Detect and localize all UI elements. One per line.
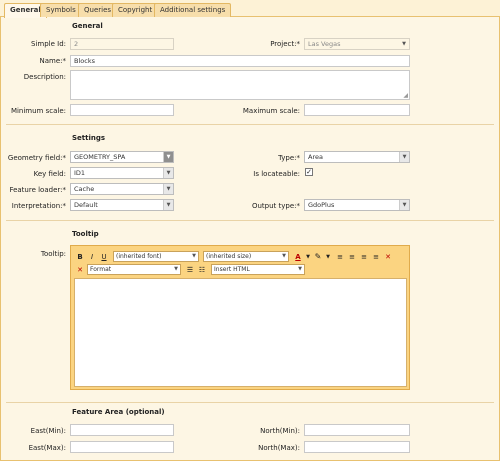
east-min-label: East(Min): (30, 427, 66, 435)
underline-button[interactable]: U (99, 252, 109, 262)
tooltip-section-title: Tooltip (72, 230, 99, 238)
chevron-down-icon: ▼ (163, 168, 173, 178)
section-divider (6, 402, 494, 403)
east-max-label: East(Max): (28, 444, 66, 452)
output-type-select[interactable]: GdoPlus ▼ (304, 199, 410, 211)
north-min-label: North(Min): (260, 427, 300, 435)
section-divider (6, 220, 494, 221)
align-center-icon[interactable]: ≡ (347, 252, 357, 262)
insert-html-value: Insert HTML (214, 266, 250, 273)
font-size-select[interactable]: (inherited size) ▼ (203, 251, 289, 262)
interpretation-select[interactable]: Default ▼ (70, 199, 174, 211)
project-select-value: Las Vegas (308, 40, 341, 48)
output-type-value: GdoPlus (308, 201, 335, 209)
north-max-field[interactable] (304, 441, 410, 453)
minimum-scale-label: Minimum scale: (10, 107, 66, 115)
tab-additional-settings[interactable]: Additional settings (154, 3, 232, 17)
east-min-field[interactable] (70, 424, 174, 436)
checkmark-icon: ✓ (306, 168, 312, 176)
key-field-value: ID1 (74, 169, 86, 177)
chevron-down-icon: ▼ (163, 152, 173, 162)
section-divider (6, 124, 494, 125)
type-value: Area (308, 153, 323, 161)
font-family-select[interactable]: (inherited font) ▼ (113, 251, 199, 262)
tooltip-editor: B I U (inherited font) ▼ (inherited size… (70, 245, 410, 390)
name-field[interactable]: Blocks (70, 55, 410, 67)
bullet-list-icon[interactable]: ☰ (185, 265, 195, 275)
east-max-field[interactable] (70, 441, 174, 453)
settings-section-title: Settings (72, 134, 106, 142)
is-locateable-checkbox[interactable]: ✓ (305, 168, 313, 176)
output-type-label: Output type:* (251, 202, 300, 210)
chevron-down-icon: ▼ (174, 266, 178, 272)
chevron-down-icon: ▼ (298, 266, 302, 272)
tooltip-editor-area[interactable] (74, 278, 407, 387)
chevron-down-icon: ▼ (399, 39, 409, 49)
key-field-label: Key field: (33, 170, 66, 178)
chevron-down-icon: ▼ (399, 200, 409, 210)
maximum-scale-label: Maximum scale: (242, 107, 300, 115)
remove-format-icon[interactable]: ✕ (75, 265, 85, 275)
font-family-value: (inherited font) (116, 253, 162, 260)
feature-loader-value: Cache (74, 185, 95, 193)
tab-symbols[interactable]: Symbols (40, 3, 82, 17)
text-color-icon[interactable]: A (293, 252, 303, 262)
numbered-list-icon[interactable]: ☷ (197, 265, 207, 275)
type-label: Type:* (278, 154, 300, 162)
insert-html-select[interactable]: Insert HTML ▼ (211, 264, 305, 275)
name-label: Name:* (39, 57, 66, 65)
simple-id-label: Simple Id: (31, 40, 66, 48)
tab-copyright[interactable]: Copyright (112, 3, 159, 17)
type-select[interactable]: Area ▼ (304, 151, 410, 163)
north-min-field[interactable] (304, 424, 410, 436)
north-max-label: North(Max): (258, 444, 300, 452)
italic-button[interactable]: I (87, 252, 97, 262)
tooltip-label: Tooltip: (40, 250, 66, 258)
description-label: Description: (23, 73, 66, 81)
key-field-select[interactable]: ID1 ▼ (70, 167, 174, 179)
geometry-field-value: GEOMETRY_SPA (74, 153, 126, 161)
chevron-down-icon: ▼ (192, 253, 196, 259)
interpretation-label: Interpretation:* (11, 202, 66, 210)
highlight-color-icon[interactable]: ✎ (313, 252, 323, 262)
chevron-down-icon: ▼ (163, 184, 173, 194)
align-left-icon[interactable]: ≡ (335, 252, 345, 262)
chevron-down-icon[interactable]: ▼ (323, 252, 333, 262)
minimum-scale-field[interactable] (70, 104, 174, 116)
chevron-down-icon[interactable]: ▼ (303, 252, 313, 262)
geometry-field-select[interactable]: GEOMETRY_SPA ▼ (70, 151, 174, 163)
geometry-field-label: Geometry field:* (7, 154, 66, 162)
is-locateable-label: Is locateable: (253, 170, 300, 178)
feature-loader-label: Feature loader:* (9, 186, 66, 194)
resize-handle-icon[interactable]: ◢ (403, 92, 408, 99)
interpretation-value: Default (74, 201, 98, 209)
align-right-icon[interactable]: ≡ (359, 252, 369, 262)
align-justify-icon[interactable]: ≡ (371, 252, 381, 262)
clear-format-icon[interactable]: ✕ (383, 252, 393, 262)
description-field[interactable]: ◢ (70, 70, 410, 100)
simple-id-field[interactable]: 2 (70, 38, 174, 50)
project-select[interactable]: Las Vegas ▼ (304, 38, 410, 50)
project-label: Project:* (270, 40, 300, 48)
feature-loader-select[interactable]: Cache ▼ (70, 183, 174, 195)
bold-button[interactable]: B (75, 252, 85, 262)
format-value: Format (90, 266, 112, 273)
tab-bar: General Symbols Queries Copyright Additi… (0, 0, 500, 18)
general-section-title: General (72, 22, 103, 30)
feature-area-section-title: Feature Area (optional) (72, 408, 165, 416)
chevron-down-icon: ▼ (282, 253, 286, 259)
font-size-value: (inherited size) (206, 253, 252, 260)
chevron-down-icon: ▼ (163, 200, 173, 210)
chevron-down-icon: ▼ (399, 152, 409, 162)
maximum-scale-field[interactable] (304, 104, 410, 116)
format-select[interactable]: Format ▼ (87, 264, 181, 275)
